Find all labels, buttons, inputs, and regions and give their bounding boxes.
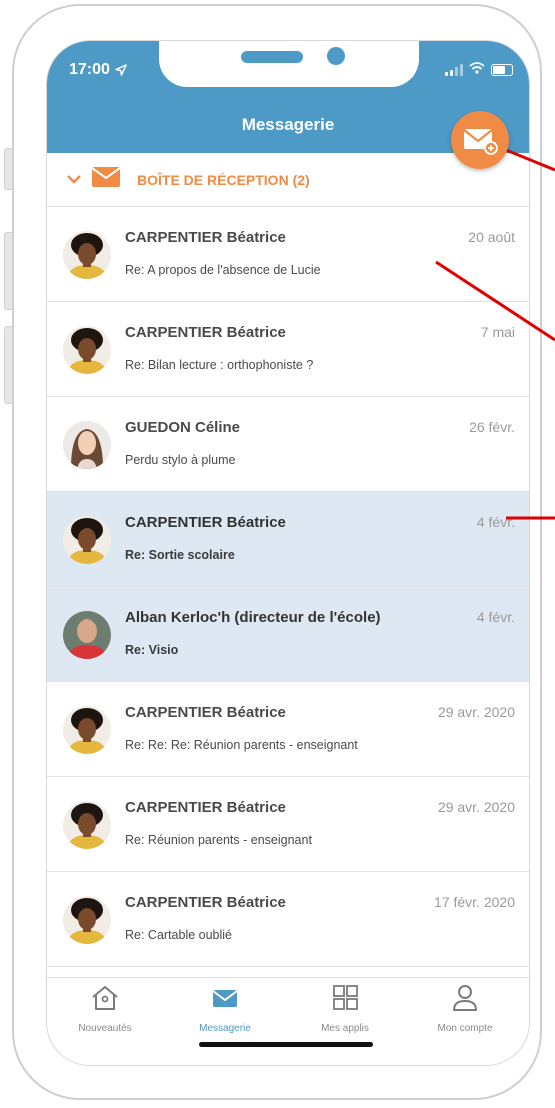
- user-icon: [453, 985, 477, 1011]
- inbox-mail-icon: [91, 166, 121, 193]
- app-screen: 17:00 Messagerie BOÎTE DE RÉCEPTION (2) …: [46, 40, 530, 1066]
- message-subject: Re: Visio: [125, 643, 179, 657]
- status-icons: [445, 61, 513, 79]
- message-list: CARPENTIER Béatrice Re: A propos de l'ab…: [47, 207, 529, 967]
- sender-name: Alban Kerloc'h (directeur de l'école): [125, 609, 381, 626]
- device-notch: [159, 41, 419, 87]
- avatar: [63, 896, 111, 944]
- status-time: 17:00: [69, 61, 110, 78]
- avatar: [63, 421, 111, 469]
- avatar: [63, 326, 111, 374]
- sender-name: CARPENTIER Béatrice: [125, 324, 286, 341]
- message-row[interactable]: CARPENTIER Béatrice Re: A propos de l'ab…: [47, 207, 529, 302]
- chevron-down-icon[interactable]: [67, 172, 81, 187]
- sender-name: CARPENTIER Béatrice: [125, 799, 286, 816]
- avatar: [63, 611, 111, 659]
- message-row[interactable]: CARPENTIER Béatrice Re: Cartable oublié …: [47, 872, 529, 967]
- sender-name: CARPENTIER Béatrice: [125, 229, 286, 246]
- tab-mon-compte[interactable]: Mon compte: [415, 984, 515, 1034]
- message-date: 4 févr.: [476, 514, 515, 530]
- avatar: [63, 706, 111, 754]
- sender-name: CARPENTIER Béatrice: [125, 894, 286, 911]
- home-indicator: [199, 1042, 373, 1047]
- battery-icon: [491, 64, 513, 76]
- home-icon: [92, 986, 118, 1010]
- message-date: 26 févr.: [469, 419, 515, 435]
- bottom-tab-bar: Nouveautés Messagerie Mes applis Mon com…: [47, 977, 529, 1065]
- tab-label: Mes applis: [321, 1023, 369, 1034]
- compose-mail-icon: [463, 129, 498, 155]
- tab-mes-applis[interactable]: Mes applis: [295, 984, 395, 1034]
- tab-messagerie[interactable]: Messagerie: [175, 984, 275, 1034]
- message-date: 7 mai: [480, 324, 515, 340]
- location-arrow-icon: [115, 63, 127, 81]
- tab-label: Mon compte: [437, 1023, 493, 1034]
- signal-icon: [445, 64, 463, 76]
- message-subject: Re: Cartable oublié: [125, 928, 233, 942]
- sender-name: CARPENTIER Béatrice: [125, 514, 286, 531]
- message-subject: Re: Réunion parents - enseignant: [125, 833, 312, 847]
- tab-label: Nouveautés: [78, 1023, 132, 1034]
- inbox-folder-header[interactable]: BOÎTE DE RÉCEPTION (2): [47, 153, 529, 207]
- message-row[interactable]: CARPENTIER Béatrice Re: Sortie scolaire …: [47, 492, 529, 587]
- avatar: [63, 801, 111, 849]
- tab-label: Messagerie: [199, 1023, 251, 1034]
- inbox-label: BOÎTE DE RÉCEPTION (2): [137, 171, 310, 188]
- message-date: 4 févr.: [476, 609, 515, 625]
- message-row[interactable]: CARPENTIER Béatrice Re: Bilan lecture : …: [47, 302, 529, 397]
- compose-message-button[interactable]: [451, 111, 509, 169]
- message-date: 17 févr. 2020: [434, 894, 515, 910]
- avatar: [63, 231, 111, 279]
- tab-nouveautes[interactable]: Nouveautés: [55, 984, 155, 1034]
- speaker-grille: [241, 51, 303, 63]
- message-subject: Re: Re: Re: Réunion parents - enseignant: [125, 738, 358, 752]
- front-camera: [327, 47, 345, 65]
- sender-name: GUEDON Céline: [125, 419, 241, 436]
- message-date: 29 avr. 2020: [437, 799, 515, 815]
- message-subject: Perdu stylo à plume: [125, 453, 236, 467]
- grid-icon: [333, 985, 358, 1010]
- message-date: 29 avr. 2020: [437, 704, 515, 720]
- message-subject: Re: A propos de l'absence de Lucie: [125, 263, 321, 277]
- message-row[interactable]: CARPENTIER Béatrice Re: Re: Re: Réunion …: [47, 682, 529, 777]
- mail-icon: [212, 990, 238, 1007]
- message-row[interactable]: CARPENTIER Béatrice Re: Réunion parents …: [47, 777, 529, 872]
- sender-name: CARPENTIER Béatrice: [125, 704, 286, 721]
- message-row[interactable]: Alban Kerloc'h (directeur de l'école) Re…: [47, 587, 529, 682]
- message-subject: Re: Sortie scolaire: [125, 548, 235, 562]
- avatar: [63, 516, 111, 564]
- message-date: 20 août: [468, 229, 515, 245]
- wifi-icon: [469, 61, 485, 79]
- message-subject: Re: Bilan lecture : orthophoniste ?: [125, 358, 314, 372]
- message-row[interactable]: GUEDON Céline Perdu stylo à plume 26 fév…: [47, 397, 529, 492]
